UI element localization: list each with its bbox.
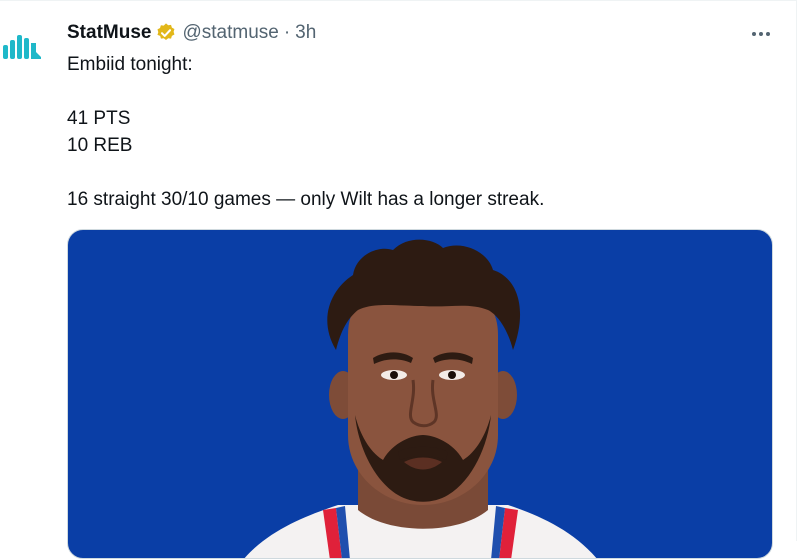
tweet-header: StatMuse @statmuse · 3h xyxy=(67,19,316,47)
tweet-card[interactable]: StatMuse @statmuse · 3h Embiid tonight: … xyxy=(0,0,797,559)
player-illustration xyxy=(244,239,597,558)
tweet-line: 10 REB xyxy=(67,135,133,156)
avatar[interactable] xyxy=(0,29,44,73)
more-options-icon[interactable] xyxy=(748,21,774,47)
verified-badge-icon[interactable] xyxy=(155,22,177,44)
tweet-line: Embiid tonight: xyxy=(67,54,193,75)
more-dot xyxy=(766,32,770,36)
tweet-line: 41 PTS xyxy=(67,108,131,129)
tweet-text: Embiid tonight: 41 PTS 10 REB 16 straigh… xyxy=(67,51,544,213)
separator-dot: · xyxy=(283,22,291,43)
more-dot xyxy=(752,32,756,36)
tweet-line xyxy=(67,78,544,105)
tweet-line xyxy=(67,159,544,186)
timestamp[interactable]: 3h xyxy=(295,22,316,44)
display-name[interactable]: StatMuse xyxy=(67,22,151,44)
tweet-media-image[interactable] xyxy=(67,229,773,559)
tweet-line: 16 straight 30/10 games — only Wilt has … xyxy=(67,189,545,210)
statmuse-logo-icon xyxy=(3,35,41,59)
handle[interactable]: @statmuse xyxy=(182,22,278,44)
more-dot xyxy=(759,32,763,36)
